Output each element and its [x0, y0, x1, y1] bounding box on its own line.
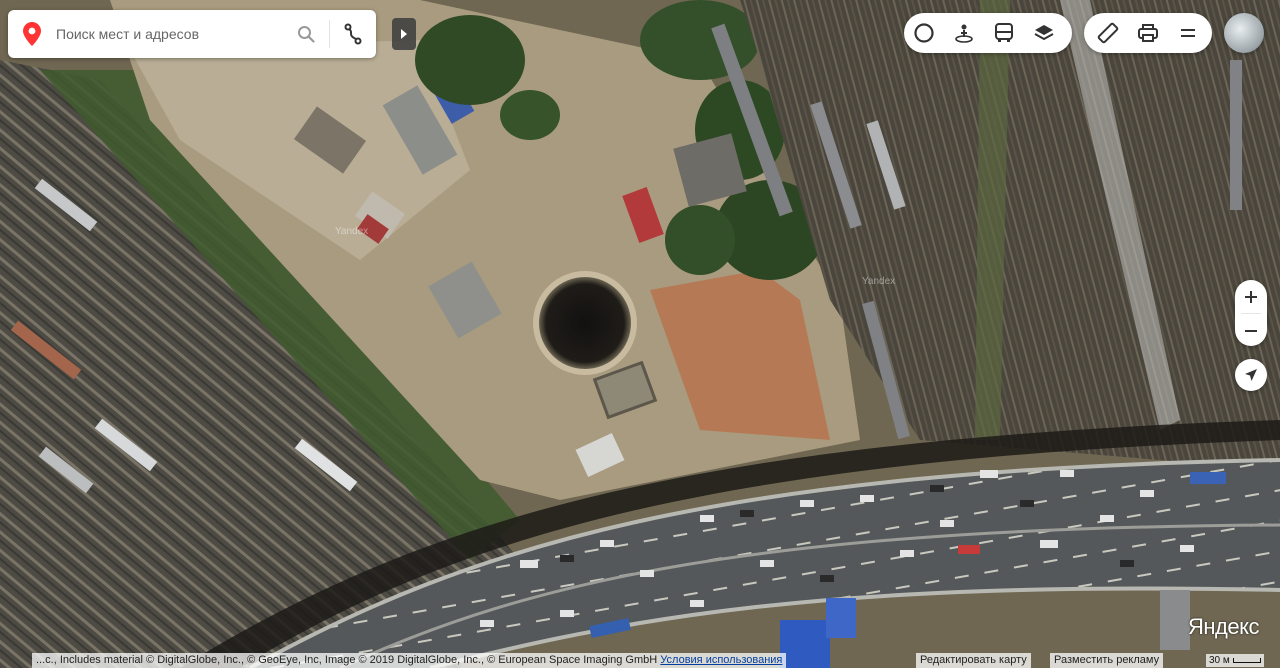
search-box: Поиск мест и адресов: [8, 10, 376, 58]
user-avatar[interactable]: [1224, 13, 1264, 53]
plus-icon: [1245, 290, 1257, 303]
scale-label: 30 м: [1209, 655, 1230, 666]
transit-button[interactable]: [984, 13, 1024, 53]
search-icon: [298, 26, 315, 43]
tools-toolbar: [1084, 13, 1212, 53]
layers-button[interactable]: [1024, 13, 1064, 53]
ruler-button[interactable]: [1088, 13, 1128, 53]
yandex-logo: Яндекс: [1188, 614, 1259, 639]
bus-icon: [995, 23, 1013, 42]
copyright-text: ...c., Includes material © DigitalGlobe,…: [36, 654, 658, 666]
collapse-panel-button[interactable]: [392, 18, 416, 50]
layers-toolbar: [904, 13, 1072, 53]
layers-icon: [1034, 25, 1054, 41]
route-icon: [344, 23, 362, 45]
minus-icon: [1245, 329, 1257, 332]
traffic-button[interactable]: [904, 13, 944, 53]
print-button[interactable]: [1128, 13, 1168, 53]
menu-button[interactable]: [1168, 13, 1208, 53]
zoom-control: [1235, 280, 1267, 346]
ruler-icon: [1097, 22, 1119, 44]
edit-map-link[interactable]: Редактировать карту: [916, 653, 1031, 668]
scale-bar: 30 м: [1206, 654, 1264, 667]
zoom-out-button[interactable]: [1235, 314, 1267, 347]
satellite-map[interactable]: [0, 0, 1280, 668]
routes-button[interactable]: [330, 10, 376, 58]
menu-icon: [1181, 29, 1195, 37]
terms-link[interactable]: Условия использования: [660, 654, 782, 666]
search-button[interactable]: [283, 10, 329, 58]
print-icon: [1138, 24, 1158, 42]
search-input[interactable]: Поиск мест и адресов: [56, 26, 283, 42]
geolocation-button[interactable]: [1235, 359, 1267, 391]
map-footer: ...c., Includes material © DigitalGlobe,…: [0, 653, 1280, 668]
chevron-right-icon: [401, 29, 407, 39]
traffic-icon: [914, 23, 934, 43]
zoom-in-button[interactable]: [1235, 280, 1267, 313]
panorama-button[interactable]: [944, 13, 984, 53]
map-pin-icon[interactable]: [8, 10, 56, 58]
geolocation-icon: [1245, 369, 1257, 381]
map-watermark: Yandex: [862, 276, 896, 287]
copyright-notice: ...c., Includes material © DigitalGlobe,…: [32, 653, 787, 668]
map-watermark: Yandex: [335, 226, 369, 237]
panorama-icon: [955, 24, 973, 43]
advertise-link[interactable]: Разместить рекламу: [1050, 653, 1164, 668]
